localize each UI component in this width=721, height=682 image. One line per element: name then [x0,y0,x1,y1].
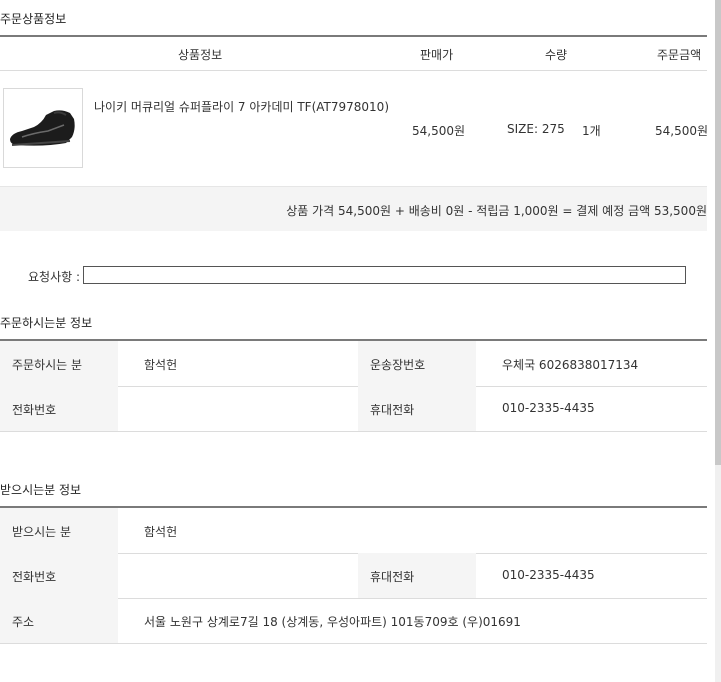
recipient-row-name: 받으시는 분 함석헌 [0,508,707,554]
tracking-cell: 우체국 6026838017134 [476,341,707,386]
product-amount: 54,500원 [655,124,709,138]
order-items-header-rule [0,70,707,71]
recipient-mobile-label: 휴대전화 [370,570,415,584]
soccer-shoe-icon [10,110,75,146]
recipient-mobile: 010-2335-4435 [502,568,595,582]
recipient-address-cell: 서울 노원구 상계로7길 18 (상계동, 우성아파트) 101동709호 (우… [118,598,707,643]
orderer-phone-label: 전화번호 [12,403,57,417]
recipient-name-cell: 함석헌 [118,508,707,553]
price-summary-text: 상품 가격 54,500원 + 배송비 0원 - 적립금 1,000원 = 결제… [286,204,707,218]
header-order-amount: 주문금액 [657,48,702,62]
header-quantity: 수량 [545,48,568,62]
orderer-mobile-label-cell: 휴대전화 [358,386,476,431]
price-summary: 상품 가격 54,500원 + 배송비 0원 - 적립금 1,000원 = 결제… [0,186,707,231]
orderer-mobile: 010-2335-4435 [502,401,595,415]
product-thumbnail[interactable] [3,88,83,168]
recipient-name-label: 받으시는 분 [12,525,72,539]
page-scrollbar[interactable] [715,0,721,682]
request-label: 요청사항 : [28,270,81,284]
orderer-name-label: 주문하시는 분 [12,358,83,372]
recipient-address: 서울 노원구 상계로7길 18 (상계동, 우성아파트) 101동709호 (우… [144,615,521,629]
orderer-name-cell: 함석헌 [118,341,358,386]
recipient-phone-label: 전화번호 [12,570,57,584]
recipient-address-label-cell: 주소 [0,598,118,643]
orderer-phone-cell [118,386,358,431]
order-items-top-rule [0,35,707,37]
recipient-row-phone: 전화번호 휴대전화 010-2335-4435 [0,553,707,599]
orderer-name-label-cell: 주문하시는 분 [0,341,118,386]
recipient-name: 함석헌 [144,525,178,539]
order-items-title: 주문상품정보 [0,12,67,26]
orderer-row-name: 주문하시는 분 함석헌 운송장번호 우체국 6026838017134 [0,341,707,387]
orderer-name: 함석헌 [144,358,178,372]
product-size: SIZE: 275 [507,122,565,136]
orderer-mobile-label: 휴대전화 [370,403,415,417]
recipient-mobile-cell: 010-2335-4435 [476,553,707,598]
request-input[interactable] [83,266,686,284]
recipient-address-label: 주소 [12,615,35,629]
recipient-phone-cell [118,553,358,598]
recipient-row-address: 주소 서울 노원구 상계로7길 18 (상계동, 우성아파트) 101동709호… [0,598,707,644]
orderer-row-phone: 전화번호 휴대전화 010-2335-4435 [0,386,707,432]
orderer-mobile-cell: 010-2335-4435 [476,386,707,431]
header-product-info: 상품정보 [178,48,223,62]
product-name[interactable]: 나이키 머큐리얼 슈퍼플라이 7 아카데미 TF(AT7978010) [94,98,389,115]
recipient-title: 받으시는분 정보 [0,483,82,497]
product-price: 54,500원 [412,124,466,138]
product-quantity: 1개 [582,124,601,138]
recipient-phone-label-cell: 전화번호 [0,553,118,598]
tracking-label-cell: 운송장번호 [358,341,476,386]
tracking-label: 운송장번호 [370,358,426,372]
orderer-phone-label-cell: 전화번호 [0,386,118,431]
header-price: 판매가 [420,48,454,62]
recipient-mobile-label-cell: 휴대전화 [358,553,476,598]
tracking-number: 우체국 6026838017134 [502,358,639,372]
scrollbar-thumb[interactable] [715,0,721,465]
orderer-title: 주문하시는분 정보 [0,316,93,330]
recipient-name-label-cell: 받으시는 분 [0,508,118,553]
